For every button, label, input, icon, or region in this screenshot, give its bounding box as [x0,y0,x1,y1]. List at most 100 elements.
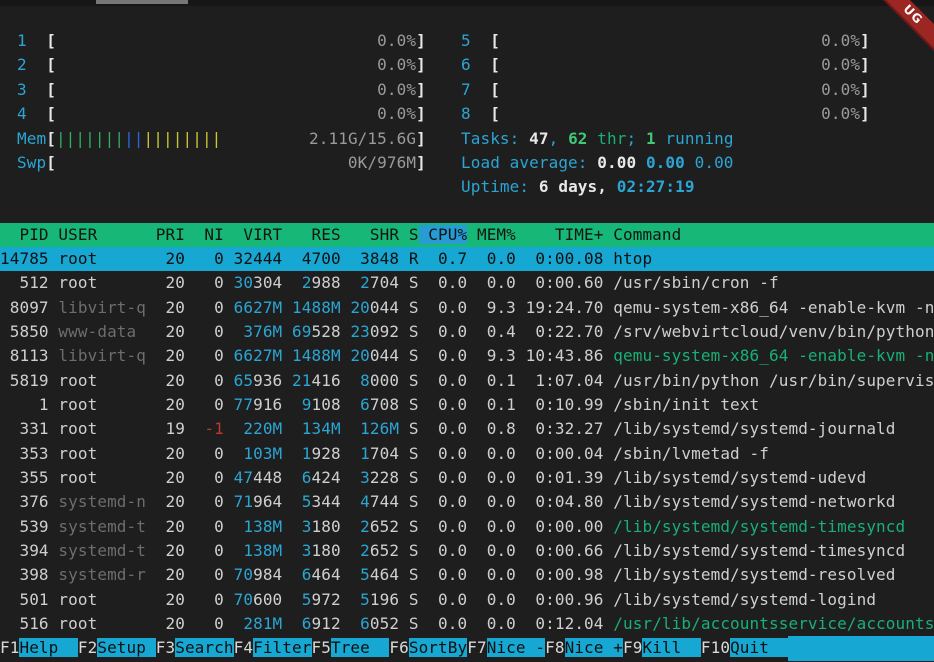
fkey-f4[interactable]: F4Filter [234,636,312,661]
col-header-shr[interactable]: SHR [341,225,399,244]
cell-virt: 376M [234,322,283,341]
fkey-f10[interactable]: F10Quit [701,636,789,661]
col-header-res[interactable]: RES [282,225,340,244]
cell-ni: 0 [195,614,224,633]
process-row[interactable]: 8097 libvirt-q 20 0 6627M 1488M 20044 S … [0,296,934,320]
fkey-f8[interactable]: F8Nice + [545,636,623,661]
cell-cpu: 0.0 [428,273,467,292]
cell-command: /sbin/lvmetad -f [613,444,934,463]
process-row[interactable]: 8113 libvirt-q 20 0 6627M 1488M 20044 S … [0,344,934,368]
process-row[interactable]: 394 systemd-t 20 0 138M 3180 2652 S 0.0 … [0,539,934,563]
cell-res: 21416 [292,371,341,390]
cell-pri: 20 [156,590,185,609]
cell-command: qemu-system-x86_64 -enable-kvm -na [613,298,934,317]
fkey-f6[interactable]: F6SortBy [389,636,467,661]
cell-time: 0:04.80 [526,492,604,511]
cell-virt: 6627M [234,346,283,365]
process-row[interactable]: 516 root 20 0 281M 6912 6052 S 0.0 0.0 0… [0,612,934,636]
cell-ni: 0 [195,492,224,511]
cell-user: libvirt-q [58,346,146,365]
cell-res: 1488M [292,346,341,365]
cell-time: 0:00.60 [526,273,604,292]
cell-ni: 0 [195,395,224,414]
cell-pid: 501 [0,590,49,609]
htop-terminal: { "window": { "ribbon_text": "UG" }, "pa… [0,0,934,662]
cell-command: qemu-system-x86_64 -enable-kvm -na [613,346,934,365]
process-row[interactable]: 1 root 20 0 77916 9108 6708 S 0.0 0.1 0:… [0,393,934,417]
process-row[interactable]: 5850 www-data 20 0 376M 69528 23092 S 0.… [0,320,934,344]
cell-res: 5344 [292,492,341,511]
cell-ni: 0 [195,590,224,609]
cell-res: 6912 [292,614,341,633]
process-row[interactable]: 501 root 20 0 70600 5972 5196 S 0.0 0.0 … [0,588,934,612]
cell-pri: 20 [156,614,185,633]
cell-cpu: 0.0 [428,468,467,487]
col-header-pri[interactable]: PRI [146,225,185,244]
cell-command: /usr/sbin/cron -f [613,273,934,292]
fkey-f1[interactable]: F1Help [0,636,78,661]
cell-pri: 20 [156,322,185,341]
cell-pid: 355 [0,468,49,487]
cell-shr: 3228 [350,468,399,487]
process-row[interactable]: 376 systemd-n 20 0 71964 5344 4744 S 0.0… [0,490,934,514]
col-header-cpu[interactable]: CPU% [419,225,468,244]
cell-cpu: 0.0 [428,298,467,317]
col-header-s[interactable]: S [399,225,418,244]
cell-s: S [409,492,419,511]
cell-shr: 8000 [350,371,399,390]
cell-user: root [58,273,146,292]
cell-user: systemd-t [58,517,146,536]
col-header-virt[interactable]: VIRT [224,225,282,244]
process-row[interactable]: 398 systemd-r 20 0 70984 6464 5464 S 0.0… [0,563,934,587]
cell-time: 0:22.70 [526,322,604,341]
cell-mem: 0.0 [477,590,516,609]
cell-cpu: 0.0 [428,322,467,341]
cell-shr: 6708 [350,395,399,414]
cell-s: S [409,298,419,317]
cell-shr: 23092 [350,322,399,341]
cell-user: root [58,371,146,390]
cell-time: 0:00.04 [526,444,604,463]
cell-user: root [58,419,146,438]
cell-time: 0:10.99 [526,395,604,414]
fkey-f5[interactable]: F5Tree [312,636,390,661]
col-header-user[interactable]: USER [49,225,146,244]
cell-time: 0:00.08 [526,249,604,268]
cell-s: S [409,614,419,633]
cell-time: 0:32.27 [526,419,604,438]
cell-s: S [409,273,419,292]
cell-virt: 71964 [234,492,283,511]
cell-ni: 0 [195,298,224,317]
col-header-ni[interactable]: NI [185,225,224,244]
fkey-f3[interactable]: F3Search [156,636,234,661]
col-header-mem[interactable]: MEM% [467,225,516,244]
cell-pri: 20 [156,395,185,414]
cell-s: S [409,565,419,584]
col-header-pid[interactable]: PID [0,225,49,244]
cell-mem: 0.0 [477,565,516,584]
fkey-f7[interactable]: F7Nice - [467,636,545,661]
process-row[interactable]: 353 root 20 0 103M 1928 1704 S 0.0 0.0 0… [0,442,934,466]
cell-s: S [409,371,419,390]
cell-ni: 0 [195,371,224,390]
cell-mem: 0.8 [477,419,516,438]
col-header-command[interactable]: Command [604,225,934,244]
fkey-f9[interactable]: F9Kill [623,636,701,661]
process-row[interactable]: 539 systemd-t 20 0 138M 3180 2652 S 0.0 … [0,515,934,539]
cell-user: root [58,395,146,414]
process-row[interactable]: 512 root 20 0 30304 2988 2704 S 0.0 0.0 … [0,271,934,295]
cell-pid: 376 [0,492,49,511]
cell-time: 0:01.39 [526,468,604,487]
process-row[interactable]: 5819 root 20 0 65936 21416 8000 S 0.0 0.… [0,369,934,393]
process-row[interactable]: 355 root 20 0 47448 6424 3228 S 0.0 0.0 … [0,466,934,490]
process-row[interactable]: 331 root 19 -1 220M 134M 126M S 0.0 0.8 … [0,417,934,441]
process-row[interactable]: 14785 root 20 0 32444 4700 3848 R 0.7 0.… [0,247,934,271]
debug-ribbon: UG [871,0,934,56]
cell-time: 10:43.86 [526,346,604,365]
fkey-f2[interactable]: F2Setup [78,636,156,661]
cell-command: /sbin/init text [613,395,934,414]
cell-user: root [58,590,146,609]
cell-res: 69528 [292,322,341,341]
cell-res: 6464 [292,565,341,584]
col-header-time[interactable]: TIME+ [516,225,604,244]
